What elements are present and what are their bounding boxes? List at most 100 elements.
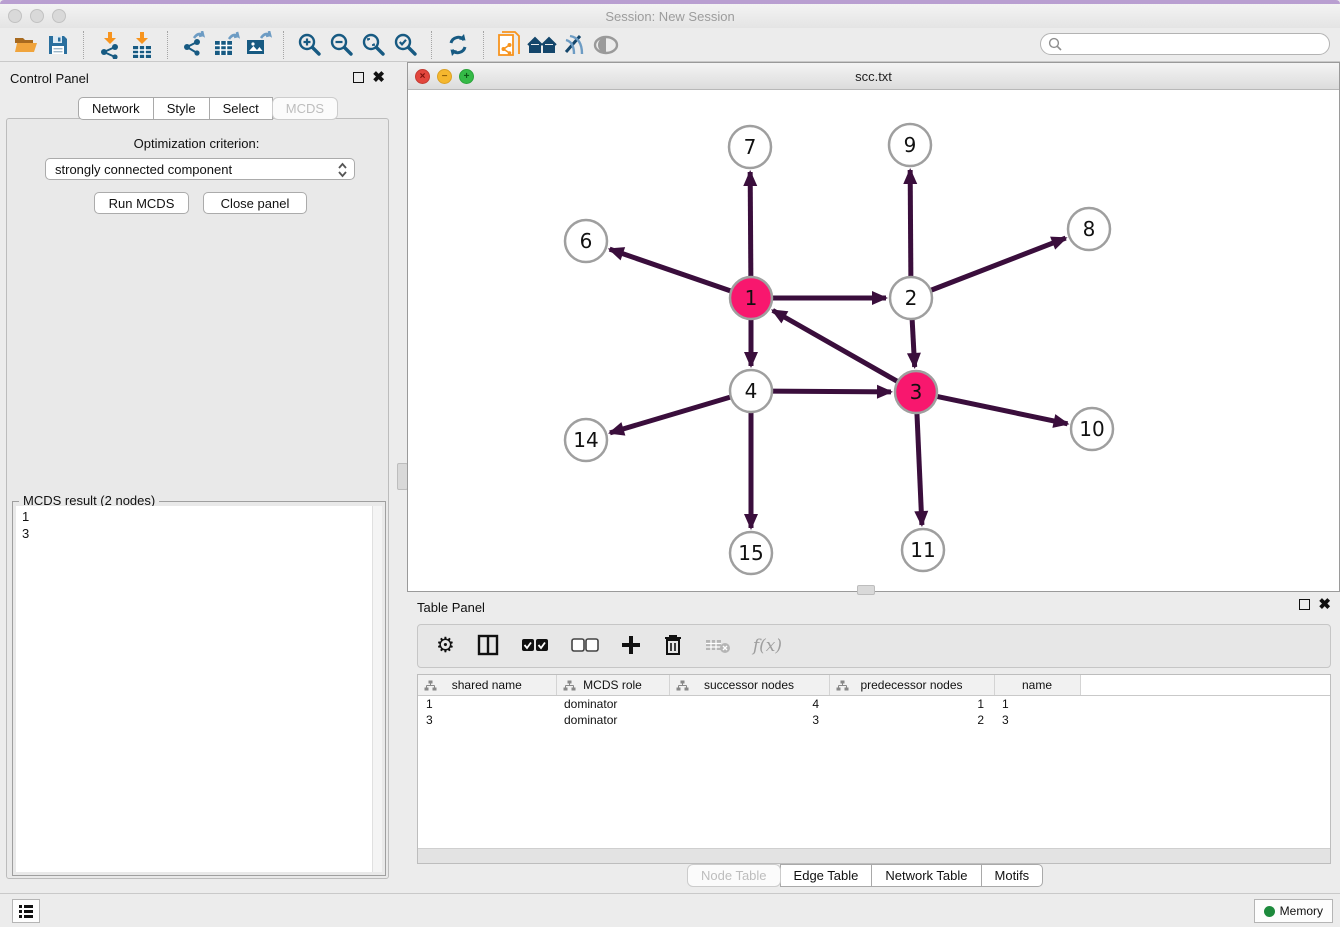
close-panel-button[interactable]: Close panel xyxy=(203,192,307,214)
network-canvas[interactable]: 7968124314101511 xyxy=(408,89,1339,591)
node-label-7: 7 xyxy=(744,135,757,159)
cell-predecessor-nodes[interactable]: 1 xyxy=(829,696,994,713)
cell-name[interactable]: 1 xyxy=(994,696,1080,713)
toolbar-separator xyxy=(431,31,433,59)
table-panel-float-icon[interactable] xyxy=(1299,599,1310,610)
import-table-icon[interactable] xyxy=(126,30,158,60)
control-panel-float-icon[interactable] xyxy=(353,72,364,83)
run-mcds-button[interactable]: Run MCDS xyxy=(94,192,189,214)
edge-2-8[interactable] xyxy=(929,238,1066,291)
delete-table-disabled-icon xyxy=(705,636,731,657)
app-titlebar: Session: New Session xyxy=(0,4,1340,28)
memory-button[interactable]: Memory xyxy=(1254,899,1333,923)
cell-successor-nodes[interactable]: 4 xyxy=(669,696,829,713)
control-panel-close-icon[interactable]: ✖ xyxy=(372,73,385,82)
node-label-3: 3 xyxy=(910,380,923,404)
table-row[interactable]: 3dominator323 xyxy=(418,712,1330,728)
cell-shared-name[interactable]: 1 xyxy=(418,696,556,713)
toolbar-separator xyxy=(83,31,85,59)
dropdown-stepper-icon xyxy=(337,161,348,182)
tab-motifs[interactable]: Motifs xyxy=(981,864,1044,887)
tab-style[interactable]: Style xyxy=(153,97,210,120)
node-label-6: 6 xyxy=(580,229,593,253)
cell-MCDS-role[interactable]: dominator xyxy=(556,696,669,713)
gear-icon[interactable]: ⚙ xyxy=(436,636,455,656)
status-bar: Memory xyxy=(0,893,1340,927)
delete-column-icon[interactable] xyxy=(663,634,683,659)
table-panel-close-icon[interactable]: ✖ xyxy=(1318,600,1331,609)
criterion-dropdown[interactable]: strongly connected component xyxy=(45,158,355,180)
edge-2-9[interactable] xyxy=(910,170,911,279)
zoom-fit-icon[interactable] xyxy=(358,30,390,60)
tab-node-table[interactable]: Node Table xyxy=(687,864,781,887)
tab-select[interactable]: Select xyxy=(209,97,273,120)
cell-MCDS-role[interactable]: dominator xyxy=(556,712,669,728)
first-neighbors-icon[interactable] xyxy=(526,30,558,60)
node-label-2: 2 xyxy=(905,286,918,310)
edge-3-10[interactable] xyxy=(935,396,1068,424)
column-header-name[interactable]: name xyxy=(994,675,1080,696)
column-header-filler xyxy=(1080,675,1330,696)
network-window-title: scc.txt xyxy=(408,69,1339,84)
edge-1-7[interactable] xyxy=(750,172,751,279)
column-header-successor-nodes[interactable]: successor nodes xyxy=(669,675,829,696)
tab-mcds[interactable]: MCDS xyxy=(272,97,338,120)
cell-shared-name[interactable]: 3 xyxy=(418,712,556,728)
zoom-selected-icon[interactable] xyxy=(390,30,422,60)
open-session-icon[interactable] xyxy=(10,30,42,60)
mcds-result-scrollbar[interactable] xyxy=(372,506,382,872)
cell-successor-nodes[interactable]: 3 xyxy=(669,712,829,728)
zoom-out-icon[interactable] xyxy=(326,30,358,60)
network-window-titlebar[interactable]: × − + scc.txt xyxy=(408,63,1339,90)
table-tabs: Node TableEdge TableNetwork TableMotifs xyxy=(687,864,1043,887)
cell-predecessor-nodes[interactable]: 2 xyxy=(829,712,994,728)
mcds-result-text[interactable]: 1 3 xyxy=(16,506,373,872)
run-mcds-label: Run MCDS xyxy=(109,196,175,211)
task-history-button[interactable] xyxy=(12,899,40,923)
graphics-details-icon[interactable] xyxy=(558,30,590,60)
node-label-14: 14 xyxy=(573,428,598,452)
close-panel-label: Close panel xyxy=(221,196,290,211)
column-header-predecessor-nodes[interactable]: predecessor nodes xyxy=(829,675,994,696)
edge-3-11[interactable] xyxy=(917,411,922,525)
node-label-11: 11 xyxy=(910,538,935,562)
mcds-result-groupbox: MCDS result (2 nodes) 1 3 xyxy=(12,501,386,876)
table-panel-title: Table Panel xyxy=(417,600,485,615)
table-bottom-strip xyxy=(418,848,1330,863)
cell-name[interactable]: 3 xyxy=(994,712,1080,728)
export-network-icon[interactable] xyxy=(178,30,210,60)
table-toolbar: ⚙ f(x) xyxy=(417,624,1331,668)
split-columns-icon[interactable] xyxy=(477,634,499,659)
hide-panel-eye-icon[interactable] xyxy=(590,30,622,60)
clone-network-icon[interactable] xyxy=(494,30,526,60)
node-label-1: 1 xyxy=(745,286,758,310)
network-graph-svg[interactable]: 7968124314101511 xyxy=(408,89,1339,591)
export-image-icon[interactable] xyxy=(242,30,274,60)
edge-2-3[interactable] xyxy=(912,317,915,367)
edge-3-1[interactable] xyxy=(773,310,900,382)
select-all-checkboxes-icon[interactable] xyxy=(521,638,549,655)
add-column-icon[interactable] xyxy=(621,635,641,658)
control-panel-title: Control Panel xyxy=(10,71,89,86)
search-field[interactable] xyxy=(1040,33,1330,55)
table-row[interactable]: 1dominator411 xyxy=(418,696,1330,713)
deselect-all-checkboxes-icon[interactable] xyxy=(571,638,599,655)
table-panel: Table Panel ✖ ⚙ f(x) shared nameMCDS rol… xyxy=(407,592,1340,893)
node-label-4: 4 xyxy=(745,379,758,403)
export-table-icon[interactable] xyxy=(210,30,242,60)
save-session-icon[interactable] xyxy=(42,30,74,60)
cell-filler xyxy=(1080,712,1330,728)
column-header-shared-name[interactable]: shared name xyxy=(418,675,556,696)
refresh-layout-icon[interactable] xyxy=(442,30,474,60)
zoom-in-icon[interactable] xyxy=(294,30,326,60)
edge-4-14[interactable] xyxy=(610,396,733,432)
cell-filler xyxy=(1080,696,1330,713)
node-table[interactable]: shared nameMCDS rolesuccessor nodesprede… xyxy=(417,674,1331,864)
tab-network-table[interactable]: Network Table xyxy=(871,864,981,887)
tab-network[interactable]: Network xyxy=(78,97,154,120)
import-network-icon[interactable] xyxy=(94,30,126,60)
edge-4-3[interactable] xyxy=(770,391,891,392)
tab-edge-table[interactable]: Edge Table xyxy=(780,864,873,887)
column-header-MCDS-role[interactable]: MCDS role xyxy=(556,675,669,696)
edge-1-6[interactable] xyxy=(610,249,733,292)
